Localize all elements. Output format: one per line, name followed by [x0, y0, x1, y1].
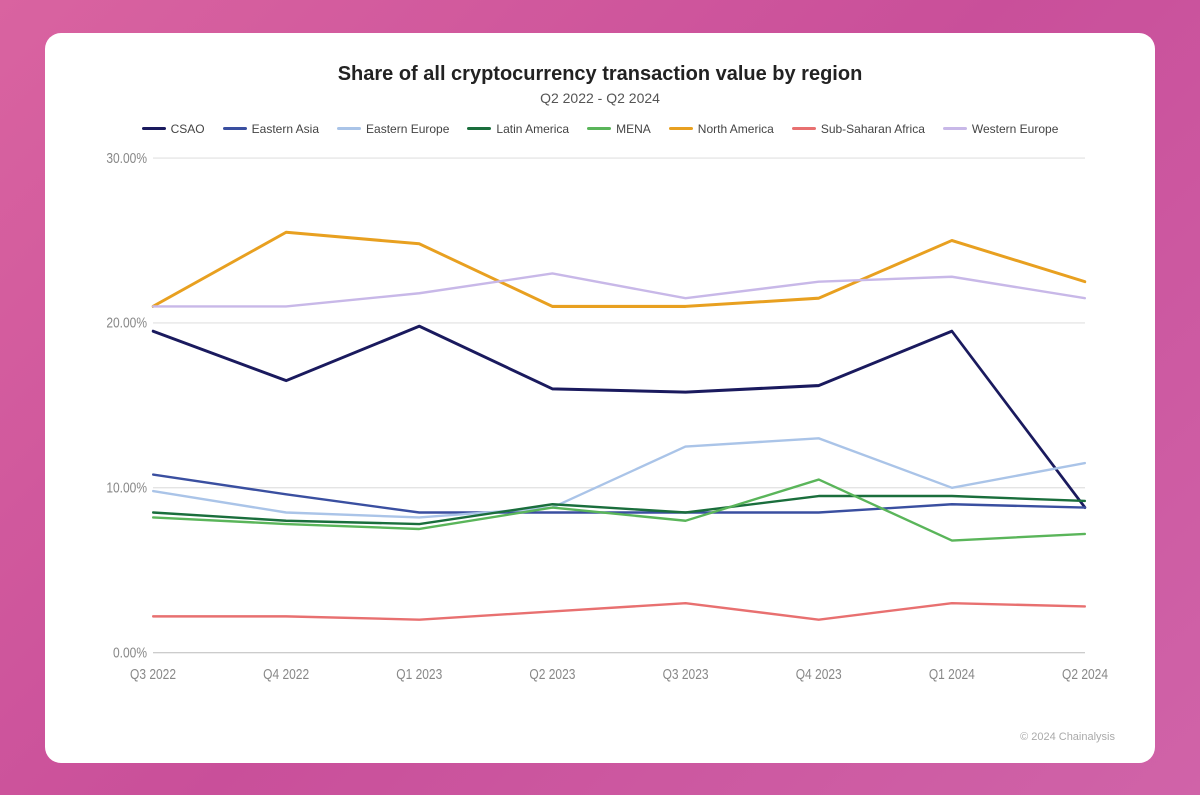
svg-text:Q1 2023: Q1 2023 — [396, 666, 442, 682]
svg-text:Q1 2024: Q1 2024 — [929, 666, 975, 682]
svg-text:10.00%: 10.00% — [106, 479, 147, 495]
legend-item: CSAO — [142, 122, 205, 136]
legend-item: Sub-Saharan Africa — [792, 122, 925, 136]
legend-item: Latin America — [467, 122, 569, 136]
svg-text:Q2 2024: Q2 2024 — [1062, 666, 1108, 682]
svg-text:20.00%: 20.00% — [106, 314, 147, 330]
chart-subtitle: Q2 2022 - Q2 2024 — [85, 90, 1115, 106]
legend-item: North America — [669, 122, 774, 136]
chart-title: Share of all cryptocurrency transaction … — [85, 63, 1115, 86]
footer: © 2024 Chainalysis — [85, 731, 1115, 743]
legend-item: Eastern Asia — [223, 122, 319, 136]
svg-text:Q4 2022: Q4 2022 — [263, 666, 309, 682]
legend: CSAO Eastern Asia Eastern Europe Latin Amer… — [85, 122, 1115, 136]
legend-item: MENA — [587, 122, 651, 136]
svg-text:Q3 2022: Q3 2022 — [130, 666, 176, 682]
svg-text:30.00%: 30.00% — [106, 149, 147, 165]
svg-text:Q2 2023: Q2 2023 — [529, 666, 575, 682]
chart-card: Share of all cryptocurrency transaction … — [45, 33, 1155, 763]
legend-item: Eastern Europe — [337, 122, 449, 136]
svg-text:Q4 2023: Q4 2023 — [796, 666, 842, 682]
chart-area: 0.00% 10.00% 20.00% 30.00% Q3 2022 Q4 2022 Q1 … — [85, 146, 1115, 725]
svg-text:0.00%: 0.00% — [113, 644, 147, 660]
legend-item: Western Europe — [943, 122, 1059, 136]
svg-text:Q3 2023: Q3 2023 — [663, 666, 709, 682]
